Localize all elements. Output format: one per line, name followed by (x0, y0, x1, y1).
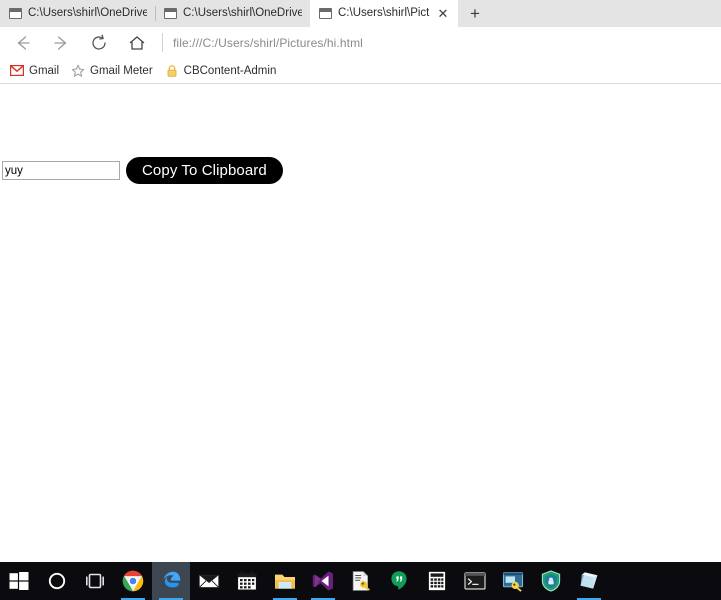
task-view-icon (83, 569, 107, 593)
home-icon[interactable] (118, 28, 156, 58)
browser-window: C:\Users\shirl\OneDrive\Ser C:\Users\shi… (0, 0, 721, 562)
edge-icon (159, 569, 183, 593)
clipboard-form: Copy To Clipboard (2, 157, 283, 184)
windows-taskbar (0, 562, 721, 600)
folder-icon (273, 569, 297, 593)
page-viewport: Copy To Clipboard (0, 84, 721, 562)
bookmark-gmail-label: Gmail (29, 65, 59, 77)
page-icon (164, 8, 177, 19)
forward-arrow-icon[interactable] (42, 28, 80, 58)
mail[interactable] (190, 562, 228, 600)
screen: C:\Users\shirl\OneDrive\Ser C:\Users\shi… (0, 0, 721, 600)
page-icon (319, 8, 332, 19)
tab-3-title: C:\Users\shirl\Pictures\h (338, 0, 430, 27)
tab-2-title: C:\Users\shirl\OneDrive\Ser (183, 0, 302, 27)
tab-1-title: C:\Users\shirl\OneDrive\Ser (28, 0, 147, 27)
remote-app[interactable] (494, 562, 532, 600)
tab-1[interactable]: C:\Users\shirl\OneDrive\Ser (0, 0, 155, 27)
bookmark-cbcontent-admin-label: CBContent-Admin (184, 65, 277, 77)
copy-text-input[interactable] (2, 161, 120, 180)
bookmark-gmail-meter[interactable]: Gmail Meter (67, 60, 161, 82)
reload-icon[interactable] (80, 28, 118, 58)
page-icon (9, 8, 22, 19)
close-icon[interactable]: ✕ (436, 7, 450, 21)
back-arrow-icon[interactable] (4, 28, 42, 58)
mail-icon (197, 569, 221, 593)
task-view[interactable] (76, 562, 114, 600)
microsoft-edge[interactable] (152, 562, 190, 600)
lock-icon (165, 64, 179, 78)
shield-icon (539, 569, 563, 593)
star-icon (71, 64, 85, 78)
calendar-icon (235, 569, 259, 593)
bookmarks-bar: Gmail Gmail Meter CBContent-Admin (0, 58, 721, 84)
file-explorer[interactable] (266, 562, 304, 600)
window-key-icon (501, 569, 525, 593)
calculator[interactable] (418, 562, 456, 600)
windows-logo-icon (7, 569, 31, 593)
visual-studio[interactable] (304, 562, 342, 600)
google-chrome[interactable] (114, 562, 152, 600)
security-shield[interactable] (532, 562, 570, 600)
terminal-icon (463, 569, 487, 593)
start-button[interactable] (0, 562, 38, 600)
tab-3[interactable]: C:\Users\shirl\Pictures\h ✕ (310, 0, 458, 27)
command-prompt[interactable] (456, 562, 494, 600)
copy-to-clipboard-button[interactable]: Copy To Clipboard (126, 157, 283, 184)
document-key-icon (349, 569, 373, 593)
calculator-icon (425, 569, 449, 593)
onenote[interactable] (570, 562, 608, 600)
hangouts[interactable] (380, 562, 418, 600)
gmail-icon (10, 64, 24, 78)
calendar[interactable] (228, 562, 266, 600)
cortana-search[interactable] (38, 562, 76, 600)
hangouts-icon (387, 569, 411, 593)
new-tab-button[interactable]: + (458, 0, 492, 27)
bookmark-cbcontent-admin[interactable]: CBContent-Admin (161, 60, 285, 82)
chrome-icon (121, 569, 145, 593)
bookmark-gmail-meter-label: Gmail Meter (90, 65, 153, 77)
tab-strip: C:\Users\shirl\OneDrive\Ser C:\Users\shi… (0, 0, 721, 27)
tab-2[interactable]: C:\Users\shirl\OneDrive\Ser (155, 0, 310, 27)
notebook-icon (577, 569, 601, 593)
circle-search-icon (45, 569, 69, 593)
address-bar[interactable]: file:///C:/Users/shirl/Pictures/hi.html (173, 36, 721, 50)
visual-studio-icon (311, 569, 335, 593)
snip-tool[interactable] (342, 562, 380, 600)
toolbar-divider (162, 33, 163, 52)
bookmark-gmail[interactable]: Gmail (6, 60, 67, 82)
navigation-toolbar: file:///C:/Users/shirl/Pictures/hi.html (0, 27, 721, 58)
